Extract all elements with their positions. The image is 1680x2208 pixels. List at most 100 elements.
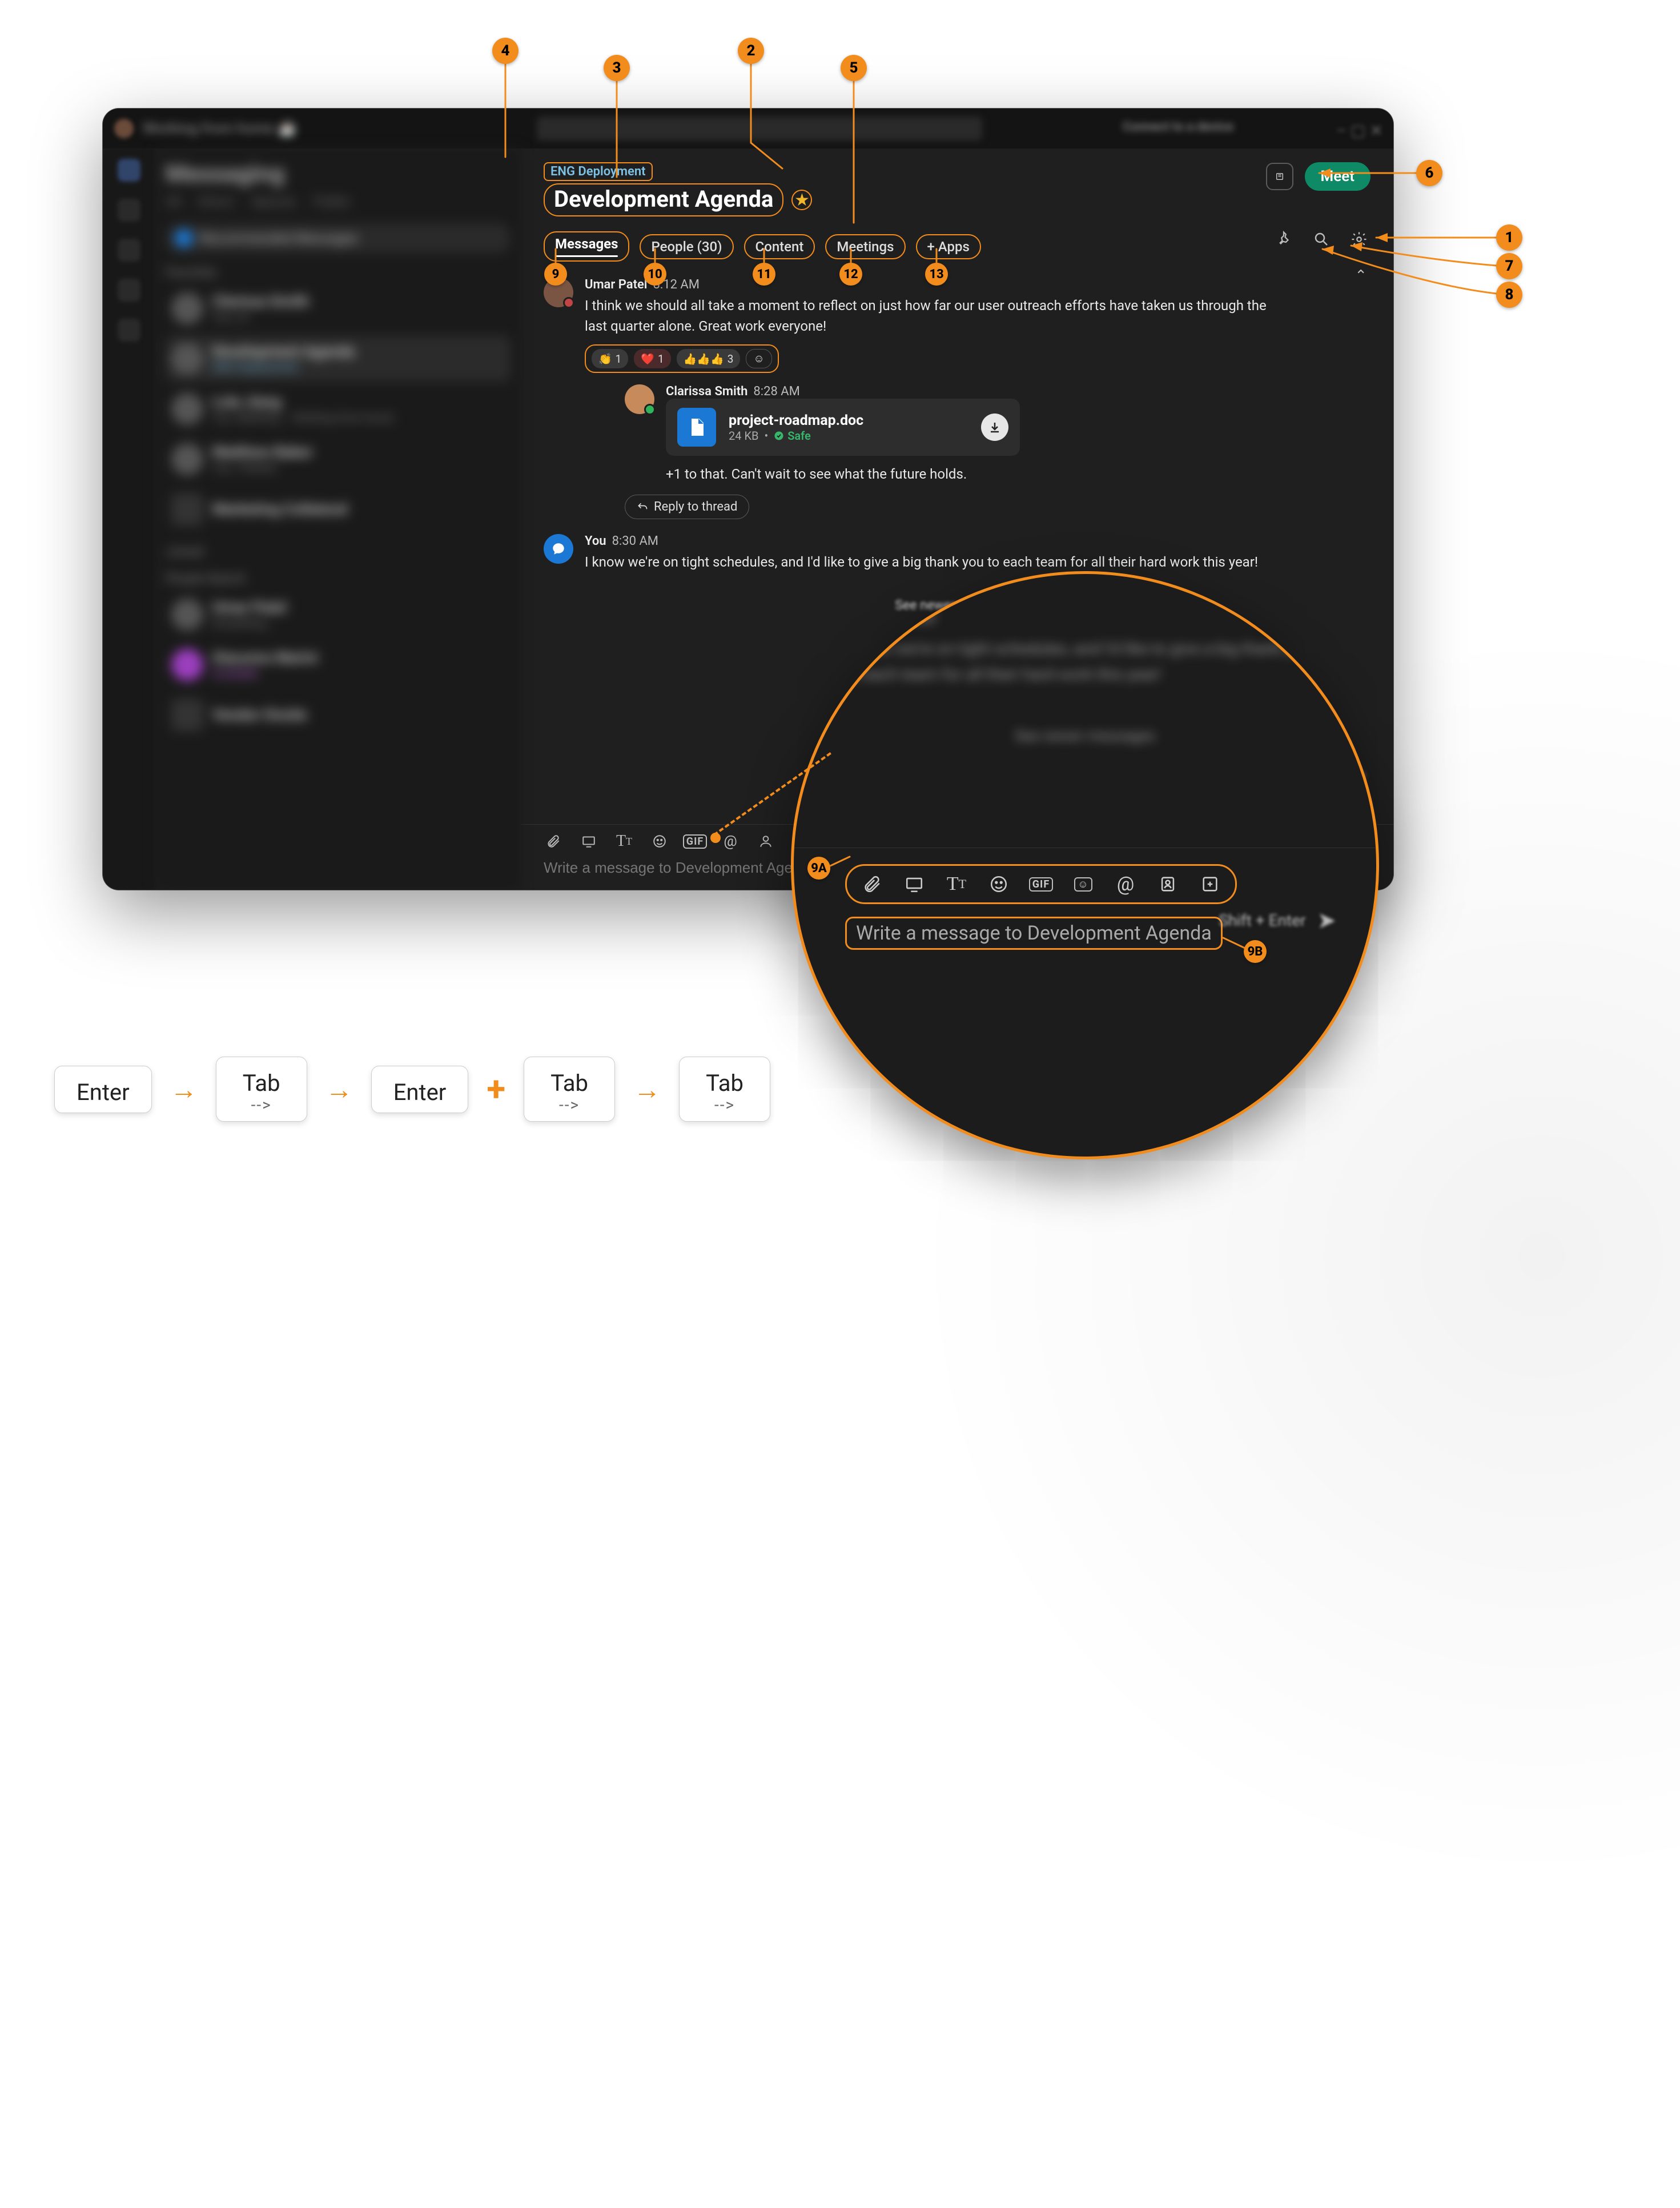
tab-meetings[interactable]: Meetings	[825, 234, 905, 259]
attachment-card[interactable]: project-roadmap.doc 24 KB • Safe	[666, 399, 1020, 456]
format-icon[interactable]: TT	[614, 832, 634, 851]
person-icon[interactable]	[1155, 872, 1180, 897]
pin-icon[interactable]	[1272, 228, 1295, 251]
message-text: I know we're on tight schedules, and I'd…	[585, 552, 1270, 572]
filter-all[interactable]: All	[166, 194, 181, 210]
tab-apps[interactable]: + Apps	[916, 234, 981, 259]
send-icon[interactable]: ➤	[1317, 907, 1336, 934]
reaction[interactable]: 👍👍👍3	[677, 349, 741, 368]
sidebar-item[interactable]: Umar PatelEverything…	[166, 592, 511, 637]
emoji-icon[interactable]	[650, 832, 669, 851]
profile-avatar[interactable]	[114, 119, 134, 138]
self-avatar-icon[interactable]	[544, 534, 573, 564]
gear-icon[interactable]	[1348, 228, 1370, 251]
key-tab: Tab-->	[524, 1057, 615, 1122]
reply-to-thread-button[interactable]: Reply to thread	[625, 495, 749, 519]
view-space-button[interactable]	[1266, 163, 1293, 190]
annotation-9A: 9A	[807, 857, 830, 880]
add-reaction-icon[interactable]: ☺	[746, 349, 771, 368]
rail-more-icon[interactable]	[118, 319, 140, 342]
global-search[interactable]	[537, 117, 982, 140]
key-tab: Tab-->	[216, 1057, 307, 1122]
mention-icon[interactable]: @	[1113, 872, 1138, 897]
file-safe-badge: Safe	[774, 429, 811, 443]
screen-capture-icon[interactable]	[902, 872, 927, 897]
author-name: Clarissa Smith	[666, 384, 747, 399]
tab-people[interactable]: People (30)	[640, 234, 733, 259]
arrow-icon: →	[325, 1073, 353, 1106]
tab-messages[interactable]: Messages	[544, 231, 629, 262]
filter-direct[interactable]: Direct	[198, 194, 234, 210]
message-self: You8:30 AM I know we're on tight schedul…	[544, 534, 1370, 572]
avatar[interactable]	[625, 384, 654, 414]
timestamp: 8:28 AM	[753, 384, 799, 399]
favorite-star-icon[interactable]: ★	[791, 190, 812, 210]
section-people: People Search	[166, 572, 511, 586]
lens-blur-text: I know we're on tight schedules, and I'd…	[845, 636, 1325, 688]
attach-icon[interactable]	[859, 872, 885, 897]
annotation-5: 5	[841, 55, 867, 81]
key-tab: Tab-->	[679, 1057, 770, 1122]
annotation-2: 2	[738, 38, 764, 64]
annotation-4: 4	[492, 38, 519, 64]
rail-calling-icon[interactable]	[118, 239, 140, 262]
tabs-row: Messages People (30) Content Meetings + …	[521, 223, 1393, 266]
filter-spaces[interactable]: Spaces	[251, 194, 296, 210]
arrow-icon: →	[633, 1073, 661, 1106]
sidebar-item[interactable]: Matthew BakerYou: Thanks!	[166, 436, 511, 482]
rail-teams-icon[interactable]	[118, 199, 140, 222]
lens-compose-toolbar: TT GIF ☺ @	[845, 864, 1237, 904]
gif-icon[interactable]: GIF	[685, 832, 705, 851]
format-icon[interactable]: TT	[944, 872, 969, 897]
rail-meetings-icon[interactable]	[118, 279, 140, 302]
filter-public[interactable]: Public	[313, 194, 351, 210]
nav-rail	[103, 148, 155, 890]
screen-capture-icon[interactable]	[579, 832, 598, 851]
team-breadcrumb[interactable]: ENG Deployment	[544, 162, 653, 181]
sidebar-item-selected[interactable]: Development AgendaENG Deployment	[166, 336, 511, 382]
annotation-8: 8	[1496, 282, 1522, 308]
message: Umar Patel8:12 AM I think we should all …	[544, 278, 1370, 519]
annotation-6: 6	[1416, 160, 1442, 186]
tab-content[interactable]: Content	[744, 234, 815, 259]
plus-icon: +	[487, 1079, 505, 1099]
sidebar-heading: Messaging	[166, 160, 511, 188]
annotation-10: 10	[644, 263, 666, 286]
sidebar-item[interactable]: Giacomo MariniAvailable	[166, 642, 511, 688]
sidebar-item[interactable]: Clarissa SmithYou: Hi	[166, 286, 511, 331]
sticker-icon[interactable]: ☺	[1071, 872, 1096, 897]
reaction[interactable]: 👏1	[592, 349, 628, 368]
collapse-icon[interactable]: ⌃	[1355, 267, 1367, 284]
reactions-bar: 👏1 ❤️1 👍👍👍3 ☺	[585, 344, 779, 373]
meet-button[interactable]: Meet	[1305, 162, 1370, 191]
bitmoji-icon[interactable]	[756, 832, 775, 851]
mention-icon[interactable]: @	[721, 832, 740, 851]
file-name: project-roadmap.doc	[729, 412, 863, 429]
sidebar-item[interactable]: Marketing Collateral	[166, 487, 511, 532]
sidebar: Messaging All Direct Spaces Public Recom…	[155, 148, 521, 890]
section-joined: Joined	[166, 545, 511, 559]
lens-blur-meta: You 8:30 AM	[845, 608, 1325, 627]
attach-icon[interactable]	[544, 832, 563, 851]
connect-device[interactable]: Connect to a device	[1123, 120, 1233, 134]
annotation-12: 12	[839, 263, 862, 286]
lens-hint: Shift + Enter	[1219, 911, 1305, 930]
emoji-icon[interactable]	[986, 872, 1011, 897]
annotation-9B: 9B	[1244, 940, 1267, 963]
sidebar-item[interactable]: Vendor Onsite	[166, 692, 511, 738]
key-enter: Enter	[371, 1066, 469, 1113]
sidebar-item[interactable]: Lola JiangYou: Meeting — Working from ho…	[166, 386, 511, 432]
file-icon	[677, 408, 716, 447]
lens-compose-input[interactable]: Write a message to Development Agenda	[845, 917, 1223, 950]
message-text: +1 to that. Can't wait to see what the f…	[666, 464, 1351, 484]
space-header: ENG Deployment Development Agenda ★ Meet	[521, 148, 1393, 223]
search-icon[interactable]	[1310, 228, 1333, 251]
add-app-icon[interactable]	[1197, 872, 1223, 897]
recommended-row[interactable]: Recommended Messages	[166, 223, 511, 253]
gif-icon[interactable]: GIF	[1028, 872, 1054, 897]
reaction[interactable]: ❤️1	[634, 349, 670, 368]
window-controls[interactable]: – ▢ ✕	[1336, 121, 1383, 140]
download-icon[interactable]	[981, 414, 1008, 441]
titlebar: Working from home ☕ Connect to a device …	[103, 109, 1393, 148]
rail-messaging-icon[interactable]	[118, 159, 140, 182]
